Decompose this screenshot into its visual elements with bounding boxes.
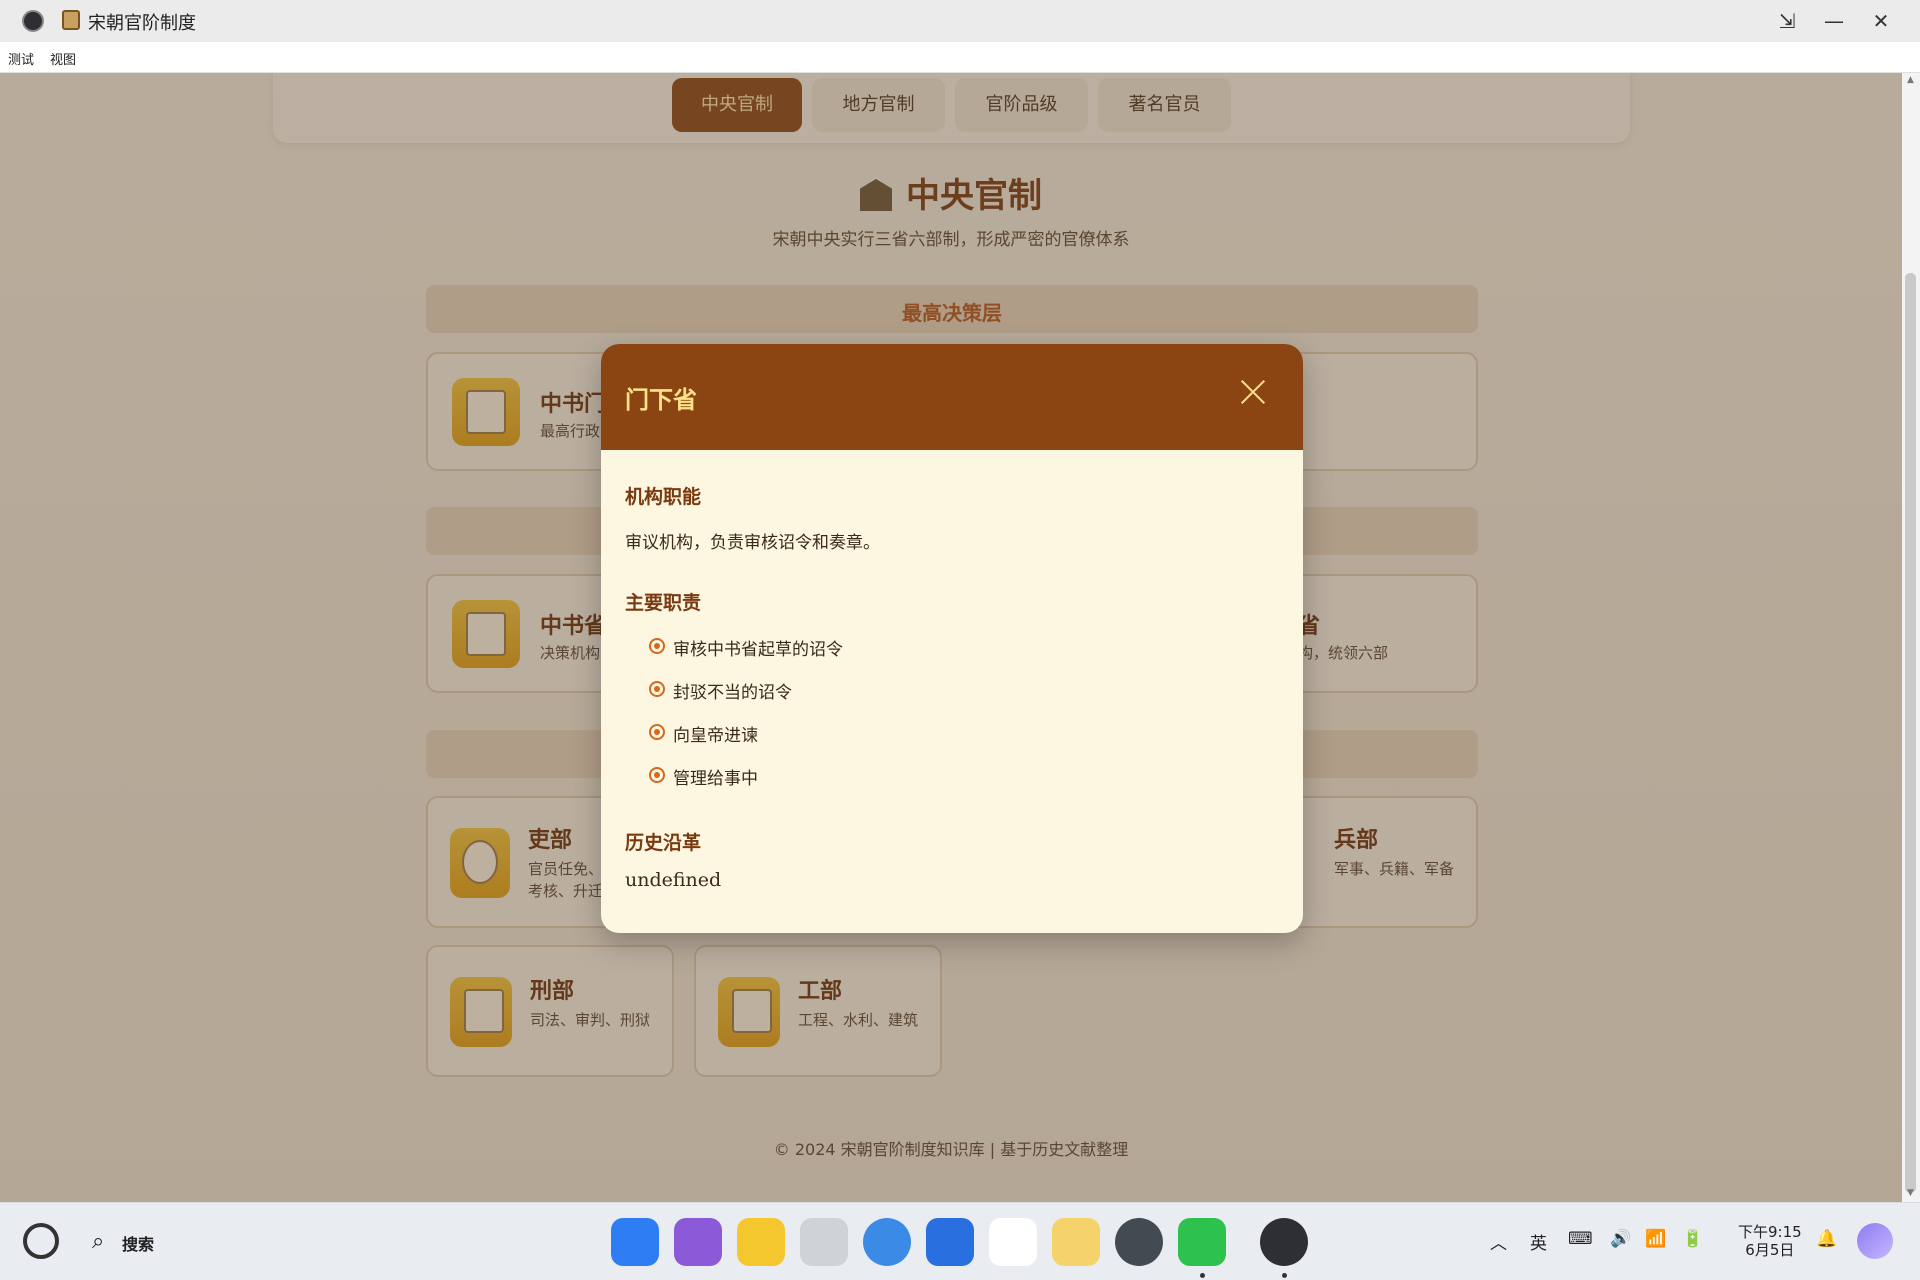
keyboard-icon[interactable]: ⌨ bbox=[1568, 1229, 1593, 1249]
clock-time: 下午9:15 bbox=[1738, 1223, 1802, 1241]
launcher-icon[interactable] bbox=[611, 1218, 659, 1266]
close-icon[interactable] bbox=[1235, 374, 1271, 410]
duties-heading: 主要职责 bbox=[625, 592, 702, 614]
function-text: 审议机构，负责审核诏令和奏章。 bbox=[625, 533, 880, 553]
close-window-button[interactable]: ✕ bbox=[1867, 8, 1895, 34]
notification-bell-icon[interactable]: 🔔 bbox=[1816, 1229, 1837, 1249]
function-heading: 机构职能 bbox=[625, 486, 702, 508]
search-icon[interactable]: ⌕ bbox=[92, 1229, 104, 1254]
trash-icon[interactable] bbox=[800, 1218, 848, 1266]
window-title: 宋朝官阶制度 bbox=[88, 13, 196, 34]
battery-icon[interactable]: 🔋 bbox=[1682, 1229, 1703, 1249]
bullet-icon bbox=[649, 638, 665, 654]
clock-date: 6月5日 bbox=[1745, 1241, 1795, 1259]
settings-icon[interactable] bbox=[1115, 1218, 1163, 1266]
modal-title: 门下省 bbox=[625, 386, 697, 414]
scroll-icon bbox=[62, 10, 80, 30]
bullet-icon bbox=[649, 767, 665, 783]
menu-bar: 测试 视图 bbox=[0, 42, 1920, 73]
assistant-icon[interactable] bbox=[1857, 1223, 1893, 1259]
duty-item: 审核中书省起草的诏令 bbox=[649, 635, 843, 660]
app-logo-icon[interactable] bbox=[1260, 1218, 1308, 1266]
running-indicator bbox=[1200, 1273, 1205, 1278]
scroll-up-icon[interactable]: ▲ bbox=[1907, 75, 1914, 85]
menu-item-test[interactable]: 测试 bbox=[8, 49, 34, 68]
photos-icon[interactable] bbox=[989, 1218, 1037, 1266]
history-text: undefined bbox=[625, 869, 722, 891]
bullet-icon bbox=[649, 681, 665, 697]
browser-icon[interactable] bbox=[863, 1218, 911, 1266]
start-button[interactable] bbox=[23, 1223, 59, 1259]
menu-item-view[interactable]: 视图 bbox=[50, 49, 76, 68]
window-titlebar: 宋朝官阶制度 ⇲ — ✕ bbox=[0, 0, 1920, 42]
page-scrollbar[interactable]: ▲ ▼ bbox=[1902, 73, 1920, 1202]
ime-indicator[interactable]: 英 bbox=[1530, 1229, 1547, 1254]
files-icon[interactable] bbox=[737, 1218, 785, 1266]
taskbar-search[interactable]: 搜索 bbox=[122, 1231, 154, 1255]
scroll-down-icon[interactable]: ▼ bbox=[1907, 1188, 1914, 1198]
chevron-up-icon[interactable]: ︿ bbox=[1490, 1229, 1507, 1254]
detail-modal: 门下省 机构职能 审议机构，负责审核诏令和奏章。 主要职责 审核中书省起草的诏令… bbox=[601, 344, 1303, 933]
mail-icon[interactable] bbox=[926, 1218, 974, 1266]
history-heading: 历史沿革 bbox=[625, 832, 702, 854]
restore-button[interactable]: ⇲ bbox=[1773, 8, 1801, 34]
clock[interactable]: 下午9:15 6月5日 bbox=[1738, 1223, 1802, 1259]
bullet-icon bbox=[649, 724, 665, 740]
notes-icon[interactable] bbox=[1052, 1218, 1100, 1266]
running-indicator bbox=[1282, 1273, 1287, 1278]
minimize-button[interactable]: — bbox=[1820, 8, 1848, 34]
app-logo-icon bbox=[22, 10, 44, 32]
duty-item: 封驳不当的诏令 bbox=[649, 678, 792, 703]
scrollbar-thumb[interactable] bbox=[1905, 273, 1916, 1193]
volume-icon[interactable]: 🔊 bbox=[1610, 1229, 1631, 1249]
duty-item: 向皇帝进谏 bbox=[649, 721, 758, 746]
multitask-icon[interactable] bbox=[674, 1218, 722, 1266]
modal-header: 门下省 bbox=[601, 344, 1303, 450]
taskbar: ⌕ 搜索 ︿ 英 ⌨ 🔊 📶 🔋 下午9:15 6月5日 🔔 bbox=[0, 1202, 1920, 1280]
duty-item: 管理给事中 bbox=[649, 764, 758, 789]
wifi-icon[interactable]: 📶 bbox=[1645, 1229, 1666, 1249]
wechat-icon[interactable] bbox=[1178, 1218, 1226, 1266]
